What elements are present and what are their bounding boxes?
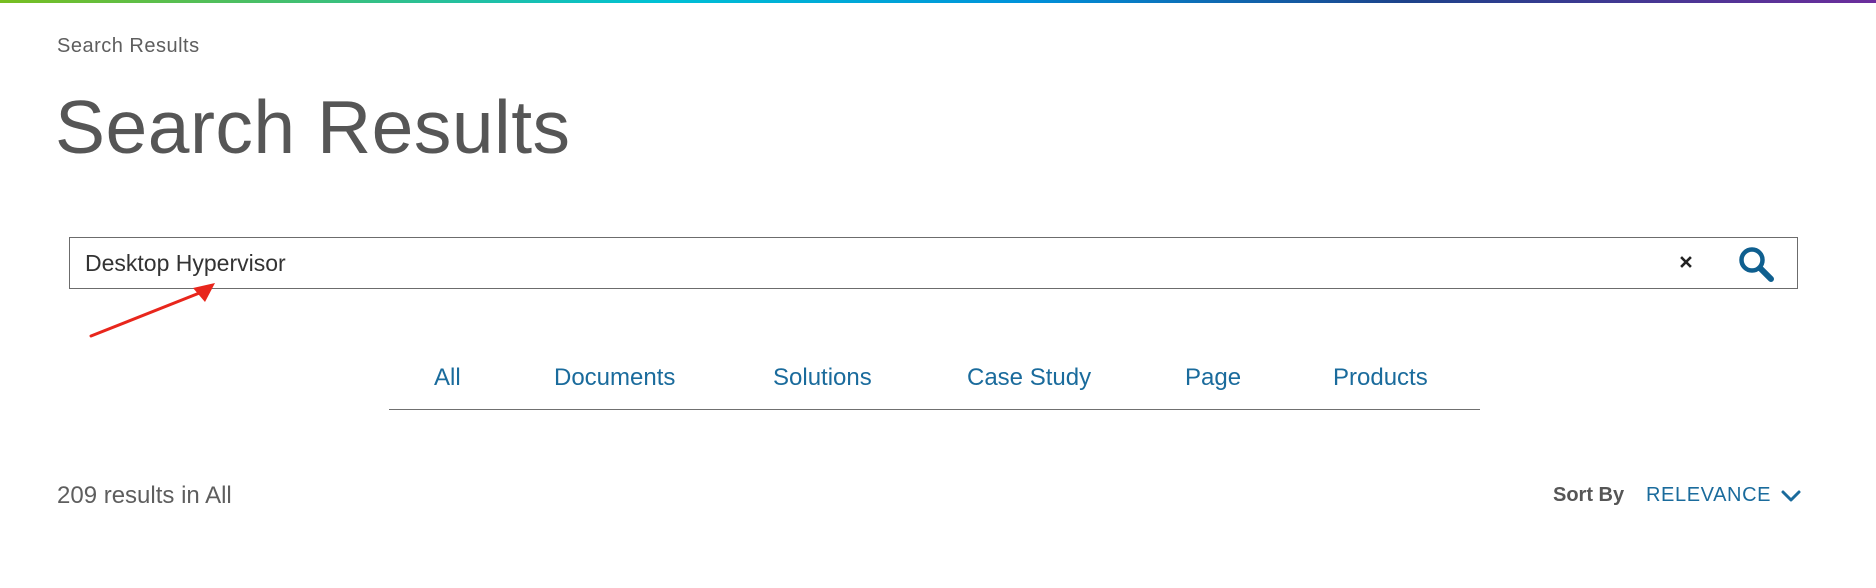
close-icon[interactable] bbox=[1674, 250, 1698, 274]
sort-label: Sort By bbox=[1553, 484, 1625, 506]
tab-page[interactable]: Page bbox=[1185, 364, 1241, 392]
search-box bbox=[69, 237, 1798, 289]
search-results-page: Search Results Search Results All Docume… bbox=[0, 0, 1876, 588]
tab-case-study[interactable]: Case Study bbox=[967, 364, 1091, 392]
brand-gradient-bar bbox=[0, 0, 1876, 3]
results-count: 209 results in All bbox=[57, 482, 232, 509]
result-type-tabs: All Documents Solutions Case Study Page … bbox=[389, 358, 1480, 410]
breadcrumb: Search Results bbox=[57, 35, 200, 57]
annotation-arrow bbox=[89, 283, 215, 338]
tab-solutions[interactable]: Solutions bbox=[773, 364, 872, 392]
tab-products[interactable]: Products bbox=[1333, 364, 1428, 392]
tab-all[interactable]: All bbox=[434, 364, 461, 392]
tab-documents[interactable]: Documents bbox=[554, 364, 675, 392]
page-title: Search Results bbox=[55, 85, 571, 169]
search-icon[interactable] bbox=[1736, 244, 1776, 284]
sort-dropdown[interactable]: RELEVANCE bbox=[1646, 484, 1771, 507]
search-input[interactable] bbox=[85, 246, 1585, 280]
chevron-down-icon[interactable] bbox=[1780, 488, 1802, 504]
